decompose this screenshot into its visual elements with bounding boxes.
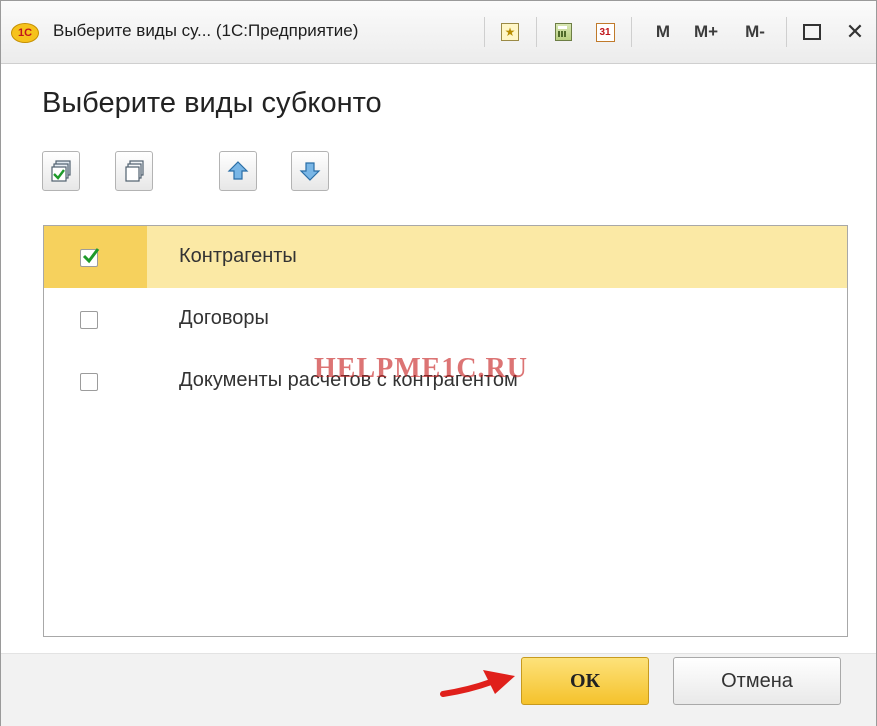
move-up-button[interactable] — [219, 151, 257, 191]
item-label: Договоры — [179, 307, 269, 329]
ok-button[interactable]: ОК — [521, 657, 649, 705]
app-logo-icon[interactable]: 1С — [11, 23, 39, 43]
title-separator — [536, 17, 537, 47]
memory-minus-button[interactable]: M- — [738, 18, 772, 46]
item-checkbox-checked[interactable] — [80, 248, 100, 267]
list-item[interactable]: Договоры — [44, 288, 847, 350]
item-label: Контрагенты — [179, 245, 297, 267]
favorite-star-icon[interactable]: ★ — [498, 18, 522, 46]
item-checkbox[interactable] — [80, 311, 98, 329]
uncheck-all-button[interactable] — [115, 151, 153, 191]
memory-m-button[interactable]: M — [653, 18, 673, 46]
title-bar: 1С Выберите виды су... (1С:Предприятие) … — [1, 1, 876, 64]
title-separator — [484, 17, 485, 47]
subconto-list[interactable]: Контрагенты Договоры Документы расчетов … — [43, 225, 848, 637]
window-title: Выберите виды су... (1С:Предприятие) — [53, 21, 359, 40]
arrow-down-icon — [299, 162, 321, 181]
close-button[interactable]: ✕ — [843, 18, 867, 46]
check-mark-icon — [82, 248, 100, 264]
check-all-icon — [51, 160, 71, 182]
calculator-icon[interactable] — [551, 18, 575, 46]
check-all-button[interactable] — [42, 151, 80, 191]
close-icon: ✕ — [845, 19, 865, 44]
uncheck-all-icon — [125, 160, 144, 182]
dialog-window: 1С Выберите виды су... (1С:Предприятие) … — [0, 0, 877, 726]
maximize-button[interactable] — [800, 18, 824, 46]
memory-plus-button[interactable]: M+ — [689, 18, 723, 46]
red-arrow-icon — [440, 670, 515, 697]
title-separator — [631, 17, 632, 47]
item-checkbox[interactable] — [80, 373, 98, 391]
calendar-day: 31 — [595, 22, 615, 42]
watermark: HELPME1C.RU — [314, 353, 528, 384]
maximize-icon — [803, 24, 821, 40]
cancel-button[interactable]: Отмена — [673, 657, 841, 705]
calendar-icon[interactable]: 31 — [593, 18, 617, 46]
title-separator — [786, 17, 787, 47]
arrow-up-icon — [227, 161, 249, 180]
list-item[interactable]: Контрагенты — [44, 226, 847, 288]
form-title: Выберите виды субконто — [42, 87, 382, 119]
move-down-button[interactable] — [291, 151, 329, 191]
